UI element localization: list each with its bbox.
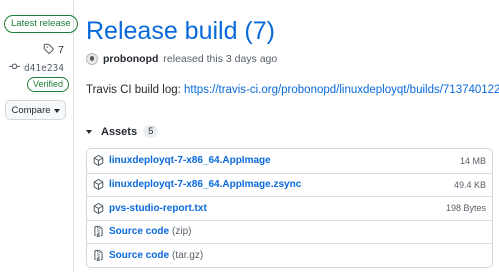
triangle-down-icon: [86, 129, 92, 134]
asset-format: (tar.gz): [172, 249, 204, 261]
asset-link[interactable]: linuxdeployqt-7-x86_64.AppImage: [109, 155, 271, 166]
release-sidebar: Latest release 7 d41e234 Verified Compar…: [0, 0, 78, 272]
commit-link[interactable]: d41e234: [8, 61, 64, 75]
asset-size: 198 Bytes: [445, 203, 486, 214]
chevron-down-icon: [53, 108, 60, 113]
asset-row: Source code (zip): [87, 219, 492, 244]
release-notes: Travis CI build log: https://travis-ci.o…: [86, 84, 499, 96]
latest-release-badge: Latest release: [4, 15, 78, 33]
asset-link[interactable]: linuxdeployqt-7-x86_64.AppImage.zsync: [109, 179, 301, 190]
asset-format: (zip): [172, 226, 192, 238]
asset-row: pvs-studio-report.txt 198 Bytes: [87, 196, 492, 220]
package-icon: [92, 179, 104, 191]
asset-row: Source code (tar.gz): [87, 243, 492, 267]
released-text: released this 3 days ago: [163, 53, 278, 65]
commit-icon: [8, 61, 20, 75]
avatar[interactable]: [86, 53, 98, 65]
asset-list: linuxdeployqt-7-x86_64.AppImage 14 MB linu…: [86, 148, 493, 268]
compare-button[interactable]: Compare: [5, 100, 66, 120]
asset-link[interactable]: Source code: [109, 250, 169, 261]
assets-toggle[interactable]: Assets 5: [86, 125, 159, 138]
assets-heading: Assets: [101, 125, 138, 138]
asset-size: 14 MB: [459, 155, 486, 166]
tag-icon: [43, 43, 55, 57]
asset-row: linuxdeployqt-7-x86_64.AppImage.zsync 49.…: [87, 172, 492, 197]
release-title[interactable]: Release build (7): [86, 17, 275, 46]
package-icon: [92, 202, 104, 214]
asset-link[interactable]: Source code: [109, 226, 169, 237]
commit-sha: d41e234: [23, 62, 64, 74]
package-icon: [92, 155, 104, 167]
asset-link[interactable]: pvs-studio-report.txt: [109, 203, 207, 214]
build-log-link[interactable]: https://travis-ci.org/probonopd/linuxdep…: [184, 84, 499, 96]
log-prefix: Travis CI build log:: [86, 84, 181, 96]
asset-size: 49.4 KB: [453, 179, 486, 190]
author-link[interactable]: probonopd: [103, 53, 158, 65]
asset-row: linuxdeployqt-7-x86_64.AppImage 14 MB: [87, 149, 492, 173]
release-author-row: probonopd released this 3 days ago: [86, 53, 277, 65]
tag-link[interactable]: 7: [43, 43, 64, 57]
file-zip-icon: [92, 226, 104, 238]
tag-label: 7: [58, 44, 64, 56]
assets-count-badge: 5: [143, 125, 159, 138]
verified-badge[interactable]: Verified: [27, 77, 70, 92]
compare-label: Compare: [11, 104, 51, 116]
file-zip-icon: [92, 249, 104, 261]
